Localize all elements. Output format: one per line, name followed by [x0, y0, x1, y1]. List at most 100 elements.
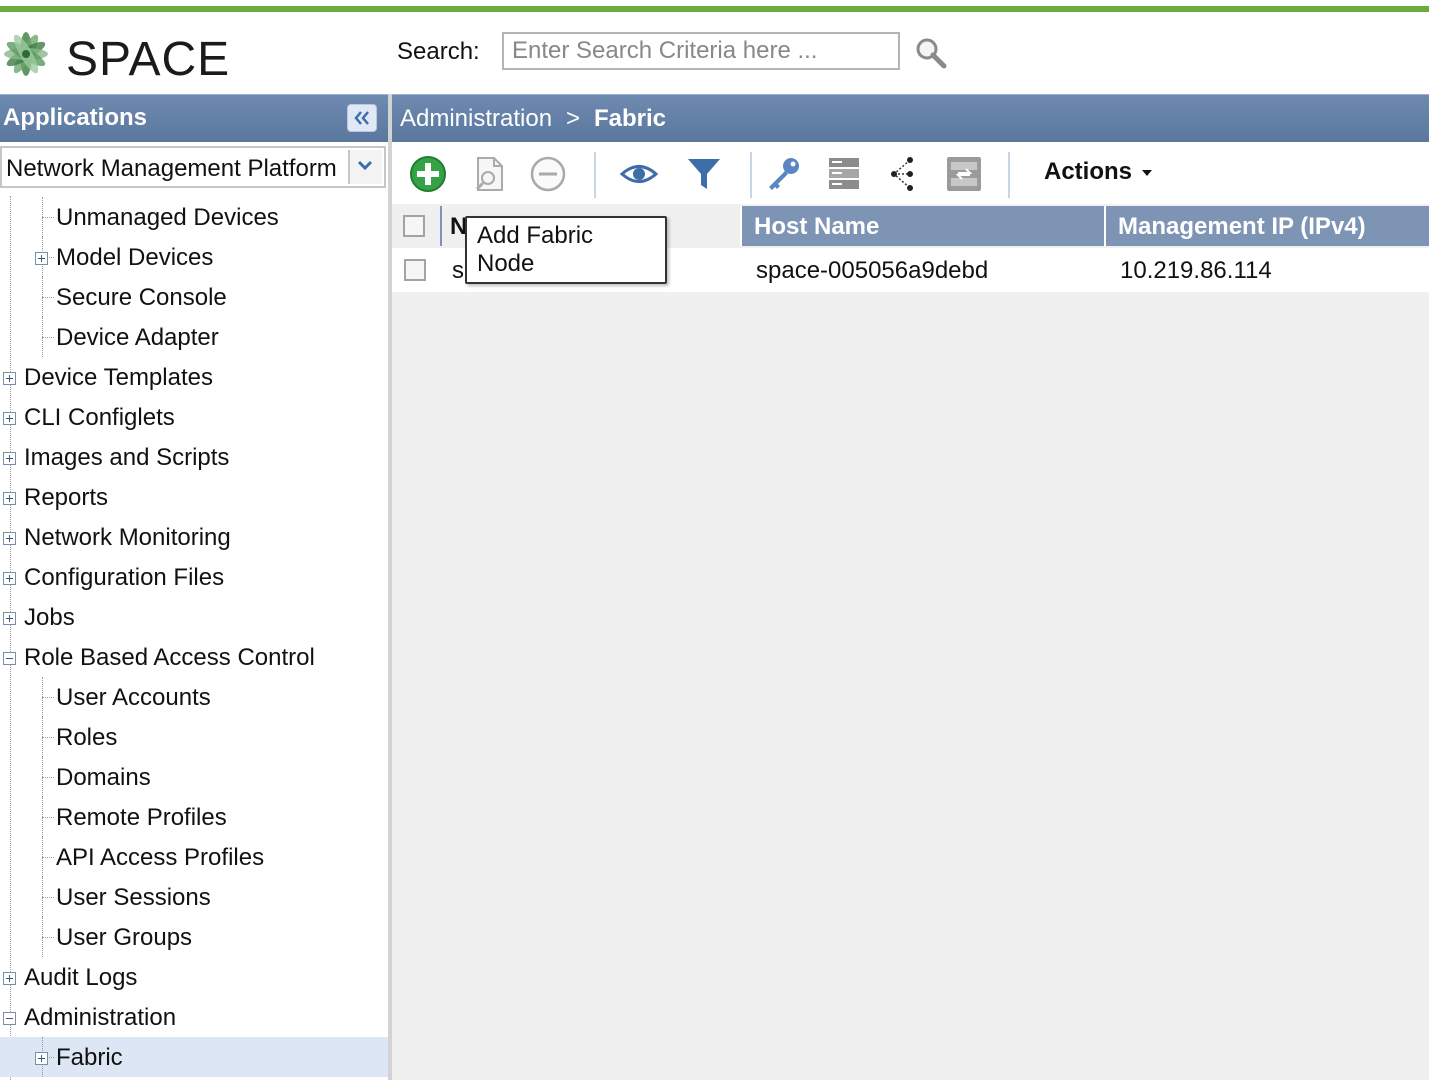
row-checkbox[interactable] [404, 259, 426, 281]
tree-item-device-adapter[interactable]: Device Adapter [0, 317, 388, 357]
search-input[interactable] [502, 32, 900, 70]
toolbar-separator [750, 152, 752, 198]
view-icon[interactable] [619, 154, 659, 194]
tree-connector [42, 697, 54, 698]
expand-icon[interactable] [35, 252, 48, 265]
tree-item-jobs[interactable]: Jobs [0, 597, 388, 637]
double-chevron-left-icon [354, 111, 369, 125]
tree-item-role-based-access-control[interactable]: Role Based Access Control [0, 637, 388, 677]
tree-item-images-and-scripts[interactable]: Images and Scripts [0, 437, 388, 477]
navigation-tree: Unmanaged Devices Model Devices Secure Con… [0, 196, 388, 1080]
tree-connector [42, 277, 43, 317]
expand-icon[interactable] [3, 972, 16, 985]
application-selector[interactable]: Network Management Platform [0, 146, 386, 188]
expand-icon[interactable] [3, 612, 16, 625]
tree-item-label: Domains [56, 764, 151, 791]
tree-item-label: Secure Console [56, 284, 227, 311]
expand-icon[interactable] [3, 532, 16, 545]
expand-icon[interactable] [3, 412, 16, 425]
tree-connector [42, 937, 54, 938]
cell-host-name: space-005056a9debd [756, 257, 989, 284]
tree-connector [42, 757, 43, 797]
tree-item-label: CLI Configlets [24, 404, 175, 431]
key-icon[interactable] [764, 154, 804, 194]
tree-item-label: Model Devices [56, 244, 214, 271]
tree-item-label: Configuration Files [24, 564, 225, 591]
sync-icon[interactable] [944, 154, 984, 194]
cell-management-ip: 10.219.86.114 [1120, 257, 1272, 284]
cell-name: s [452, 257, 464, 284]
tree-connector [42, 197, 43, 237]
tree-item-label: Audit Logs [24, 964, 138, 991]
breadcrumb: Administration > Fabric [392, 94, 1429, 142]
tree-connector [42, 877, 43, 917]
expand-icon[interactable] [3, 492, 16, 505]
expand-icon[interactable] [35, 1052, 48, 1065]
tree-item-label: Device Templates [24, 364, 213, 391]
tree-item-label: Reports [24, 484, 109, 511]
add-icon[interactable] [408, 154, 448, 194]
top-accent-bar [0, 6, 1429, 12]
tree-item-device-templates[interactable]: Device Templates [0, 357, 388, 397]
column-header-host-name[interactable]: Host Name [742, 206, 1106, 246]
breadcrumb-separator: > [566, 105, 581, 132]
tree-item-network-monitoring[interactable]: Network Monitoring [0, 517, 388, 557]
select-all-checkbox[interactable] [403, 215, 425, 237]
tree-connector [42, 917, 43, 957]
tree-item-label: API Access Profiles [56, 844, 265, 871]
tree-item-model-devices[interactable]: Model Devices [0, 237, 388, 277]
search-label: Search: [397, 38, 480, 65]
tree-item-user-sessions[interactable]: User Sessions [0, 877, 388, 917]
tree-connector [42, 217, 54, 218]
tree-connector [42, 317, 43, 357]
server-rack-icon[interactable] [824, 154, 864, 194]
tree-connector [42, 857, 54, 858]
tree-item-audit-logs[interactable]: Audit Logs [0, 957, 388, 997]
space-logo-icon [4, 32, 48, 76]
tree-item-reports[interactable]: Reports [0, 477, 388, 517]
tree-item-label: Role Based Access Control [24, 644, 315, 671]
caret-down-icon [1142, 169, 1153, 176]
collapse-panel-button[interactable] [347, 104, 377, 132]
expand-icon[interactable] [3, 572, 16, 585]
tree-connector [42, 837, 43, 877]
tree-item-label: User Groups [56, 924, 193, 951]
topology-icon[interactable] [884, 154, 924, 194]
modify-icon[interactable] [469, 154, 509, 194]
actions-menu-button[interactable]: Actions [1044, 158, 1153, 186]
tree-item-user-accounts[interactable]: User Accounts [0, 677, 388, 717]
breadcrumb-parent[interactable]: Administration [400, 105, 552, 133]
tree-item-configuration-files[interactable]: Configuration Files [0, 557, 388, 597]
tree-connector [42, 817, 54, 818]
tooltip-line-1: Add Fabric [477, 222, 594, 249]
fabric-grid: N Host Name Management IP (IPv4) s space… [392, 204, 1429, 1080]
delete-icon[interactable] [528, 154, 568, 194]
search-icon[interactable] [914, 36, 948, 70]
tree-item-secure-console[interactable]: Secure Console [0, 277, 388, 317]
tree-item-unmanaged-devices[interactable]: Unmanaged Devices [0, 197, 388, 237]
application-selector-value: Network Management Platform [6, 155, 337, 182]
tree-item-label: Jobs [24, 604, 75, 631]
collapse-icon[interactable] [3, 652, 16, 665]
tree-item-cli-configlets[interactable]: CLI Configlets [0, 397, 388, 437]
tree-item-fabric[interactable]: Fabric [0, 1037, 388, 1077]
tree-item-domains[interactable]: Domains [0, 757, 388, 797]
collapse-icon[interactable] [3, 1012, 16, 1025]
tree-item-remote-profiles[interactable]: Remote Profiles [0, 797, 388, 837]
tree-item-user-groups[interactable]: User Groups [0, 917, 388, 957]
application-selector-toggle[interactable] [348, 150, 382, 184]
add-fabric-node-tooltip: Add Fabric Node [465, 216, 667, 284]
tree-item-label: Network Monitoring [24, 524, 231, 551]
tree-item-label: Roles [56, 724, 118, 751]
tree-item-administration[interactable]: Administration [0, 997, 388, 1037]
tree-connector [42, 677, 43, 717]
tree-connector [42, 337, 54, 338]
tree-item-api-access-profiles[interactable]: API Access Profiles [0, 837, 388, 877]
column-header-management-ip[interactable]: Management IP (IPv4) [1106, 206, 1429, 246]
tree-item-roles[interactable]: Roles [0, 717, 388, 757]
filter-icon[interactable] [684, 154, 724, 194]
applications-header: Applications [0, 94, 388, 142]
space-logo: SPACE [0, 14, 229, 90]
expand-icon[interactable] [3, 372, 16, 385]
expand-icon[interactable] [3, 452, 16, 465]
